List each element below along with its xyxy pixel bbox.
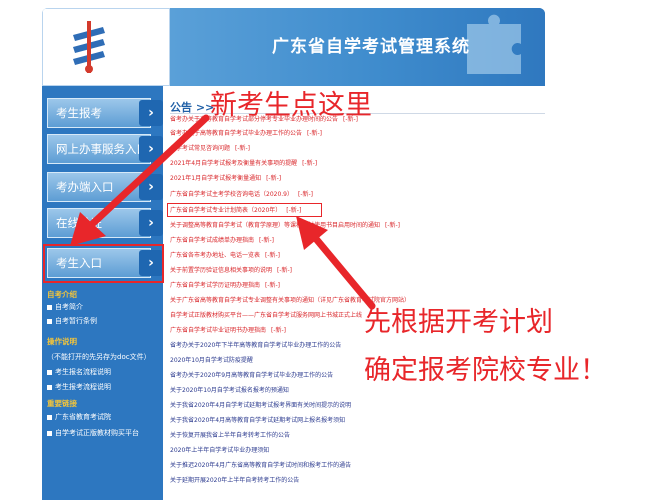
highlight-box (43, 244, 164, 283)
list-item[interactable]: 关于前置学历验证信息相关事项的说明 [-新-] (170, 265, 292, 277)
sidebar-item-office-portal[interactable]: 考办端入口 › (47, 172, 163, 202)
square-bullet-icon (47, 414, 52, 420)
list-item[interactable]: 2021年4月自学考试报考及衡量有关事项的提醒 [-新-] (170, 158, 317, 170)
site-title: 广东省自学考试管理系统 (272, 37, 470, 57)
section-title-guide: 操作说明 (47, 337, 77, 346)
sidebar-item-register[interactable]: 考生报考 › (47, 98, 163, 128)
list-item[interactable]: 关于2020年10月自学考试报名报考的预通知 (170, 385, 294, 397)
link-regulation[interactable]: 自考暂行条例 (47, 316, 97, 326)
sidebar-item-candidate-login[interactable]: 考生入口 › (43, 244, 164, 283)
link-intro[interactable]: 自考简介 (47, 302, 83, 312)
chevron-right-icon: › (139, 136, 163, 162)
chevron-right-icon: › (139, 210, 163, 236)
highlight-box-plan (167, 203, 322, 217)
list-item[interactable]: 省考办关于2020年下半年高等教育自学考试毕业办理工作的公告 (170, 340, 346, 352)
link-apply-guide[interactable]: 考生报考流程说明 (47, 382, 111, 392)
annotation-new-candidate: 新考生点这里 (210, 90, 372, 121)
square-bullet-icon (47, 318, 52, 324)
exam-logo-icon (73, 21, 105, 73)
link-textbook-store[interactable]: 自学考试正版教材购买平台 (47, 428, 139, 438)
square-bullet-icon (47, 369, 52, 375)
sidebar-item-online-verify[interactable]: 在线验证 › (47, 208, 163, 238)
list-item[interactable]: 省考办关于2020年9月高等教育自学考试毕业办理工作的公告 (170, 370, 338, 382)
site-header: 广东省自学考试管理系统 (42, 8, 545, 86)
list-item[interactable]: 广东省自学考试主考学校咨询电话（2020.9） [-新-] (170, 189, 313, 201)
section-title-links: 重要链接 (47, 399, 77, 408)
sidebar-item-label: 考生报考 (56, 106, 102, 120)
chevron-right-icon: › (139, 174, 163, 200)
sidebar: 考生报考 › 网上办事服务入口 › 考办端入口 › 在线验证 › 考生入口 › … (42, 86, 164, 500)
sidebar-item-label: 在线验证 (56, 216, 102, 230)
list-item[interactable]: 关于推迟2020年4月广东省高等教育自学考试时间和报考工作的通告 (170, 460, 356, 472)
list-item[interactable]: 关于延期开展2020年上半年自考转考工作的公告 (170, 475, 304, 487)
list-item[interactable]: 自学考试正版教材购买平台——广东省自学考试服务网网上书城正式上线 (170, 310, 367, 322)
sidebar-item-online-service[interactable]: 网上办事服务入口 › (47, 134, 163, 164)
list-item[interactable]: 广东省自学考试学历证明办理指南 [-新-] (170, 280, 280, 292)
logo-box (42, 8, 170, 86)
sidebar-item-label: 考办端入口 (56, 180, 114, 194)
list-item[interactable]: 关于我省2020年4月高等教育自学考试延期考试网上报名报考须知 (170, 415, 350, 427)
list-item[interactable]: 关于恢复开展我省上半年自考转考工作的公告 (170, 430, 295, 442)
sidebar-item-label: 网上办事服务入口 (56, 142, 148, 156)
square-bullet-icon (47, 304, 52, 310)
chevron-right-icon: › (139, 100, 163, 126)
guide-note: （不能打开的先另存为doc文件） (47, 353, 151, 361)
annotation-choose-major: 确定报考院校专业！ (364, 355, 607, 386)
list-item[interactable]: 关于我省2020年4月自学考试延期考试报考界面有关时间提示的说明 (170, 400, 356, 412)
section-title-intro: 自考介绍 (47, 290, 77, 299)
list-item[interactable]: 关于调整高等教育自学考试（教育学原理）等课程教材使用书目启用时间的通知 [-新-] (170, 220, 400, 232)
list-item[interactable]: 自学考试常见咨询问题 [-新-] (170, 143, 250, 155)
page: 广东省自学考试管理系统 考生报考 › 网上办事服务入口 › 考办端入口 › 在线… (0, 0, 667, 500)
list-item[interactable]: 广东省各市考办地址、电话一览表 [-新-] (170, 250, 280, 262)
square-bullet-icon (47, 430, 52, 436)
list-item[interactable]: 广东省自学考试成绩单办理指南 [-新-] (170, 235, 274, 247)
list-item[interactable]: 广东省自学考试毕业证明书办理指南 [-新-] (170, 325, 286, 337)
link-exam-authority[interactable]: 广东省教育考试院 (47, 412, 111, 422)
list-item[interactable]: 2020年上半年自学考试毕业办理须知 (170, 445, 274, 457)
list-item[interactable]: 省考办关于高等教育自学考试毕业办理工作的公告 [-新-] (170, 128, 322, 140)
list-item[interactable]: 2020年10月自学考试防疫提醒 (170, 355, 258, 367)
link-signup-guide[interactable]: 考生报名流程说明 (47, 367, 111, 377)
list-item[interactable]: 2021年1月自学考试报考衡量通知 [-新-] (170, 173, 281, 185)
square-bullet-icon (47, 384, 52, 390)
annotation-plan-first: 先根据开考计划 (364, 307, 553, 338)
